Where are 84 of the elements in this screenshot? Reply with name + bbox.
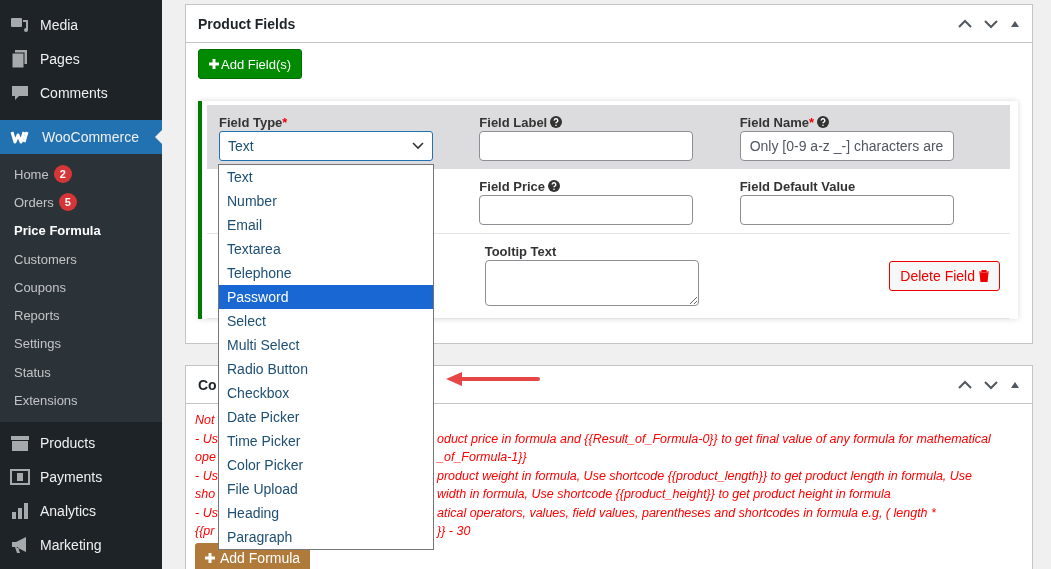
note-text: product weight in formula, Use shortcode {{product_length}} to get product length in formula, Use bbox=[437, 467, 973, 485]
speech-bubble-icon bbox=[10, 83, 30, 103]
required-asterisk: * bbox=[809, 114, 815, 130]
menu-item[interactable]: Products bbox=[0, 425, 162, 460]
field-name-input[interactable]: Only [0-9 a-z _-] characters are bbox=[739, 131, 954, 161]
note-text: width in formula, Use shortcode {{product_height}} to get product height in formula bbox=[437, 486, 891, 503]
default-value-input[interactable] bbox=[739, 195, 954, 225]
dropdown-option[interactable]: Textarea bbox=[219, 237, 433, 261]
note-text: oduct price in formula and {{Result_of_Formula-0}} to get final value of any formula for mathematical bbox=[437, 430, 991, 448]
collapse-triangle-icon[interactable] bbox=[1010, 19, 1020, 28]
menu-item[interactable]: Pages bbox=[0, 42, 162, 76]
submenu-item[interactable]: Status bbox=[0, 358, 162, 387]
dropdown-option[interactable]: Select bbox=[219, 309, 433, 333]
field-label: Field Default Value bbox=[739, 177, 857, 195]
dropdown-option[interactable]: Heading bbox=[219, 501, 433, 525]
dropdown-option[interactable]: Multi Select bbox=[219, 333, 433, 357]
submenu-item[interactable]: Settings bbox=[0, 329, 162, 359]
dropdown-option[interactable]: Time Picker bbox=[219, 429, 433, 453]
panel-title: Co bbox=[198, 376, 217, 393]
field-label: Field Price bbox=[479, 178, 546, 194]
pages-icon bbox=[10, 49, 30, 69]
menu-item[interactable]: Payments bbox=[0, 459, 162, 494]
menu-item[interactable]: Comments bbox=[0, 76, 162, 110]
field-label: Tooltip Text bbox=[484, 242, 558, 260]
bar-chart-icon bbox=[10, 500, 30, 521]
chevron-down-icon[interactable] bbox=[984, 18, 998, 29]
plus-icon bbox=[209, 59, 219, 69]
field-price-input[interactable] bbox=[479, 195, 694, 225]
field-label: Field Name bbox=[739, 114, 809, 130]
add-field-button[interactable]: Add Field(s) bbox=[198, 49, 303, 79]
note-text: }} - 30 bbox=[437, 523, 471, 540]
menu-item[interactable]: Media bbox=[0, 8, 162, 42]
dropdown-option[interactable]: File Upload bbox=[219, 477, 433, 501]
dropdown-option[interactable]: Password bbox=[219, 285, 433, 309]
menu-item[interactable]: Analytics bbox=[0, 493, 162, 528]
note-text: - Us bbox=[195, 431, 218, 446]
menu-item[interactable]: WooCommerce bbox=[0, 120, 162, 154]
dropdown-option[interactable]: Color Picker bbox=[219, 453, 433, 477]
plus-icon bbox=[205, 552, 215, 563]
dropdown-option[interactable]: Number bbox=[219, 189, 433, 213]
chevron-down-icon bbox=[412, 142, 424, 150]
note-text: {{pr bbox=[195, 524, 215, 538]
field-type-select[interactable]: Text bbox=[219, 131, 433, 161]
menu-item[interactable]: Marketing bbox=[0, 527, 162, 562]
submenu-item[interactable]: Price Formula bbox=[0, 216, 162, 245]
submenu-item[interactable]: Coupons bbox=[0, 273, 162, 302]
dollar-bill-icon bbox=[10, 466, 30, 487]
note-text: atical operators, values, field values, parentheses and shortcodes in formula e.g, ( length * bbox=[437, 504, 936, 522]
submenu-item[interactable]: Extensions bbox=[0, 386, 162, 415]
count-badge: 2 bbox=[53, 165, 72, 184]
pointer-arrow-icon bbox=[446, 372, 542, 386]
note-text: sho bbox=[195, 487, 216, 501]
note-text: ope bbox=[195, 450, 216, 464]
submenu-item[interactable]: Customers bbox=[0, 244, 162, 274]
help-icon[interactable] bbox=[817, 116, 830, 128]
chevron-up-icon[interactable] bbox=[958, 379, 972, 390]
note-text: Not bbox=[195, 413, 215, 427]
dropdown-option[interactable]: Text bbox=[219, 165, 433, 189]
count-badge: 5 bbox=[58, 193, 77, 212]
help-icon[interactable] bbox=[548, 180, 561, 192]
help-icon[interactable] bbox=[550, 116, 563, 128]
dropdown-option[interactable]: Checkbox bbox=[219, 381, 433, 405]
collapse-triangle-icon[interactable] bbox=[1010, 380, 1020, 389]
field-label-input[interactable] bbox=[479, 131, 694, 161]
required-asterisk: * bbox=[282, 114, 288, 130]
chevron-up-icon[interactable] bbox=[958, 18, 972, 29]
panel-title: Product Fields bbox=[198, 15, 296, 32]
delete-field-button[interactable]: Delete Field bbox=[889, 261, 1000, 291]
submenu-item[interactable]: Home 2 bbox=[0, 160, 162, 189]
submenu-item[interactable]: Orders 5 bbox=[0, 188, 162, 217]
chevron-down-icon[interactable] bbox=[984, 379, 998, 390]
field-label: Field Label bbox=[479, 114, 548, 130]
field-label: Field Type bbox=[219, 114, 283, 130]
trash-icon bbox=[979, 270, 989, 282]
tooltip-textarea[interactable] bbox=[484, 260, 699, 306]
dropdown-option[interactable]: Date Picker bbox=[219, 405, 433, 429]
dropdown-option[interactable]: Radio Button bbox=[219, 357, 433, 381]
note-text: - Us bbox=[195, 505, 218, 520]
note-text: _of_Formula-1}} bbox=[437, 449, 527, 466]
submenu-item[interactable]: Reports bbox=[0, 301, 162, 330]
dropdown-option[interactable]: Email bbox=[219, 213, 433, 237]
note-text: - Us bbox=[195, 468, 218, 483]
camera-music-icon bbox=[10, 15, 30, 35]
dropdown-option[interactable]: Telephone bbox=[219, 261, 433, 285]
